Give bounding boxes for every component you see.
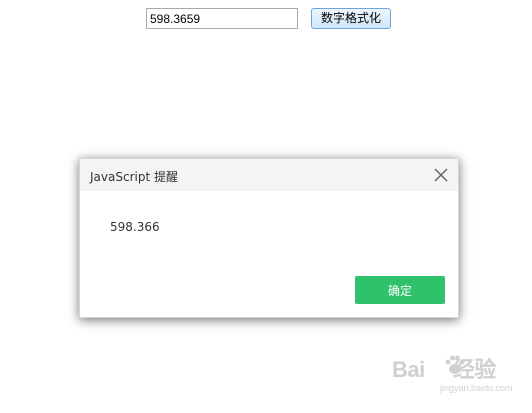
ok-button[interactable]: 确定: [355, 276, 445, 304]
format-number-button[interactable]: 数字格式化: [311, 8, 391, 29]
dialog-header: JavaScript 提醒: [80, 159, 458, 191]
javascript-alert-dialog: JavaScript 提醒 598.366 确定: [79, 158, 459, 318]
paw-icon: [442, 352, 468, 378]
close-icon[interactable]: [432, 166, 450, 184]
dialog-message: 598.366: [110, 220, 160, 234]
dialog-title: JavaScript 提醒: [90, 170, 178, 184]
watermark-sub: jingyan.baidu.com: [440, 383, 513, 393]
number-input[interactable]: [146, 8, 298, 29]
baidu-jingyan-watermark: Bai 经验 jingyan.baidu.com: [392, 352, 524, 402]
